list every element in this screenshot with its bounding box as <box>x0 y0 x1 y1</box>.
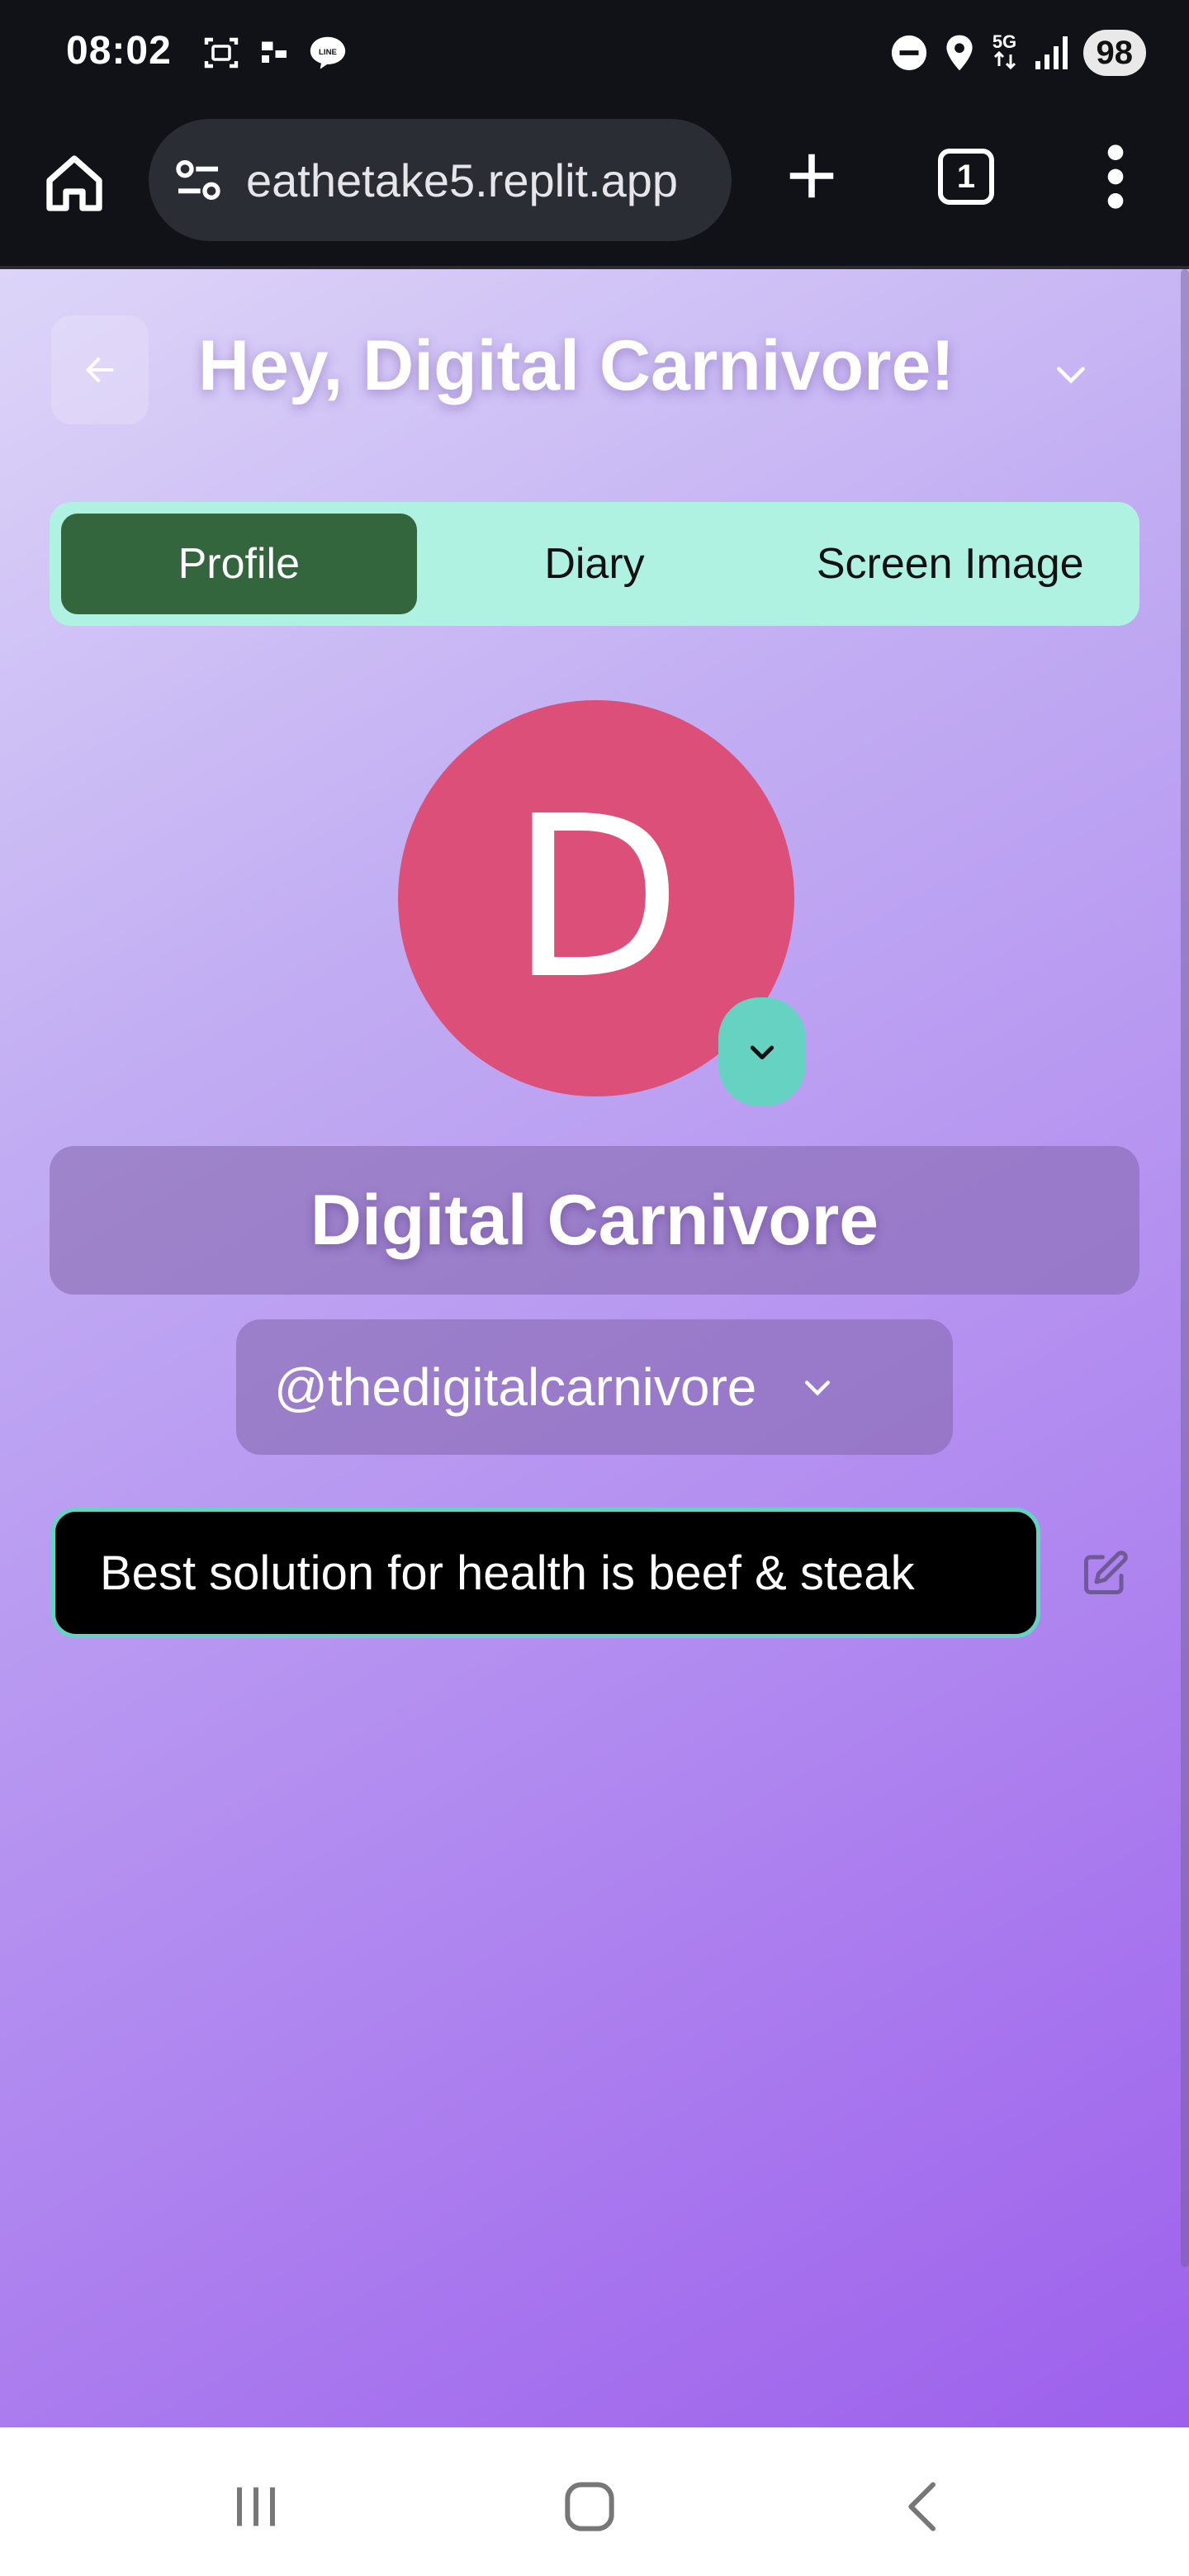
signal-icon <box>1035 36 1068 69</box>
tab-diary[interactable]: Diary <box>417 514 773 614</box>
display-name: Digital Carnivore <box>310 1180 879 1260</box>
tab-screen-image[interactable]: Screen Image <box>772 514 1128 614</box>
recent-apps-icon[interactable] <box>223 2474 289 2540</box>
tab-profile[interactable]: Profile <box>61 514 417 614</box>
system-navigation-bar <box>0 2427 1189 2576</box>
new-tab-icon[interactable] <box>783 147 841 205</box>
status-bar: 08:02 LINE 5G 98 <box>0 0 1189 111</box>
status-system-icons: 5G 98 <box>890 30 1146 76</box>
line-app-icon: LINE <box>310 36 346 69</box>
url-text[interactable]: eathetake5.replit.app <box>246 154 678 207</box>
do-not-disturb-icon <box>891 35 926 71</box>
bio-field[interactable]: Best solution for health is beef & steak <box>51 1508 1040 1638</box>
status-time: 08:02 <box>66 29 172 73</box>
site-settings-icon[interactable] <box>172 154 225 206</box>
tabs-icon[interactable]: 1 <box>938 149 994 205</box>
address-bar[interactable]: eathetake5.replit.app <box>149 119 732 241</box>
avatar-initial: D <box>510 768 682 1028</box>
tab-bar: Profile Diary Screen Image <box>50 502 1139 626</box>
handle-selector[interactable]: @thedigitalcarnivore <box>236 1319 953 1455</box>
cast-icon <box>262 41 287 63</box>
more-vert-icon[interactable] <box>1103 144 1128 210</box>
page-title: Hey, Digital Carnivore! <box>198 326 955 405</box>
scrollbar[interactable] <box>1181 269 1189 2267</box>
data-arrows-icon <box>993 50 1016 69</box>
home-icon[interactable] <box>41 150 107 216</box>
network-type: 5G <box>992 31 1017 52</box>
svg-text:LINE: LINE <box>319 48 337 57</box>
chevron-down-icon <box>750 1045 775 1060</box>
chevron-down-icon <box>805 1380 831 1396</box>
bio-text: Best solution for health is beef & steak <box>100 1546 915 1600</box>
browser-toolbar: eathetake5.replit.app 1 <box>0 111 1189 269</box>
network-indicator: 5G <box>991 31 1019 73</box>
battery-indicator: 98 <box>1082 30 1146 76</box>
screenshot-icon <box>204 37 239 69</box>
chevron-down-icon[interactable] <box>1050 353 1092 395</box>
status-notification-icons: LINE <box>201 33 348 73</box>
edit-icon[interactable] <box>1080 1549 1130 1598</box>
display-name-field[interactable]: Digital Carnivore <box>50 1146 1139 1295</box>
avatar-options-button[interactable] <box>718 997 806 1106</box>
home-nav-icon[interactable] <box>557 2474 623 2540</box>
back-nav-icon[interactable] <box>892 2474 958 2540</box>
back-button[interactable] <box>51 315 149 424</box>
handle-text: @thedigitalcarnivore <box>274 1357 757 1417</box>
arrow-left-icon <box>86 358 114 382</box>
location-icon <box>945 35 973 71</box>
page-content: Hey, Digital Carnivore! Profile Diary Sc… <box>0 269 1189 2427</box>
